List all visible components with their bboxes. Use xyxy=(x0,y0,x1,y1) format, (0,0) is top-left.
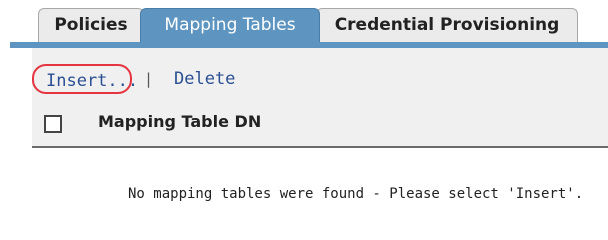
column-header-mapping-table-dn: Mapping Table DN xyxy=(98,112,262,131)
empty-table-message: No mapping tables were found - Please se… xyxy=(128,186,584,202)
action-separator: | xyxy=(144,70,154,88)
select-all-checkbox[interactable] xyxy=(44,115,62,133)
insert-link[interactable]: Insert... xyxy=(32,64,138,94)
table-header-row: Mapping Table DN xyxy=(32,108,608,148)
tab-bar: Policies Mapping Tables Credential Provi… xyxy=(0,0,608,48)
delete-link[interactable]: Delete xyxy=(174,64,235,94)
tab-mapping-tables[interactable]: Mapping Tables xyxy=(140,8,320,42)
tab-policies[interactable]: Policies xyxy=(38,8,144,42)
tab-credential-provisioning[interactable]: Credential Provisioning xyxy=(316,8,578,42)
active-tab-underline xyxy=(10,42,608,48)
